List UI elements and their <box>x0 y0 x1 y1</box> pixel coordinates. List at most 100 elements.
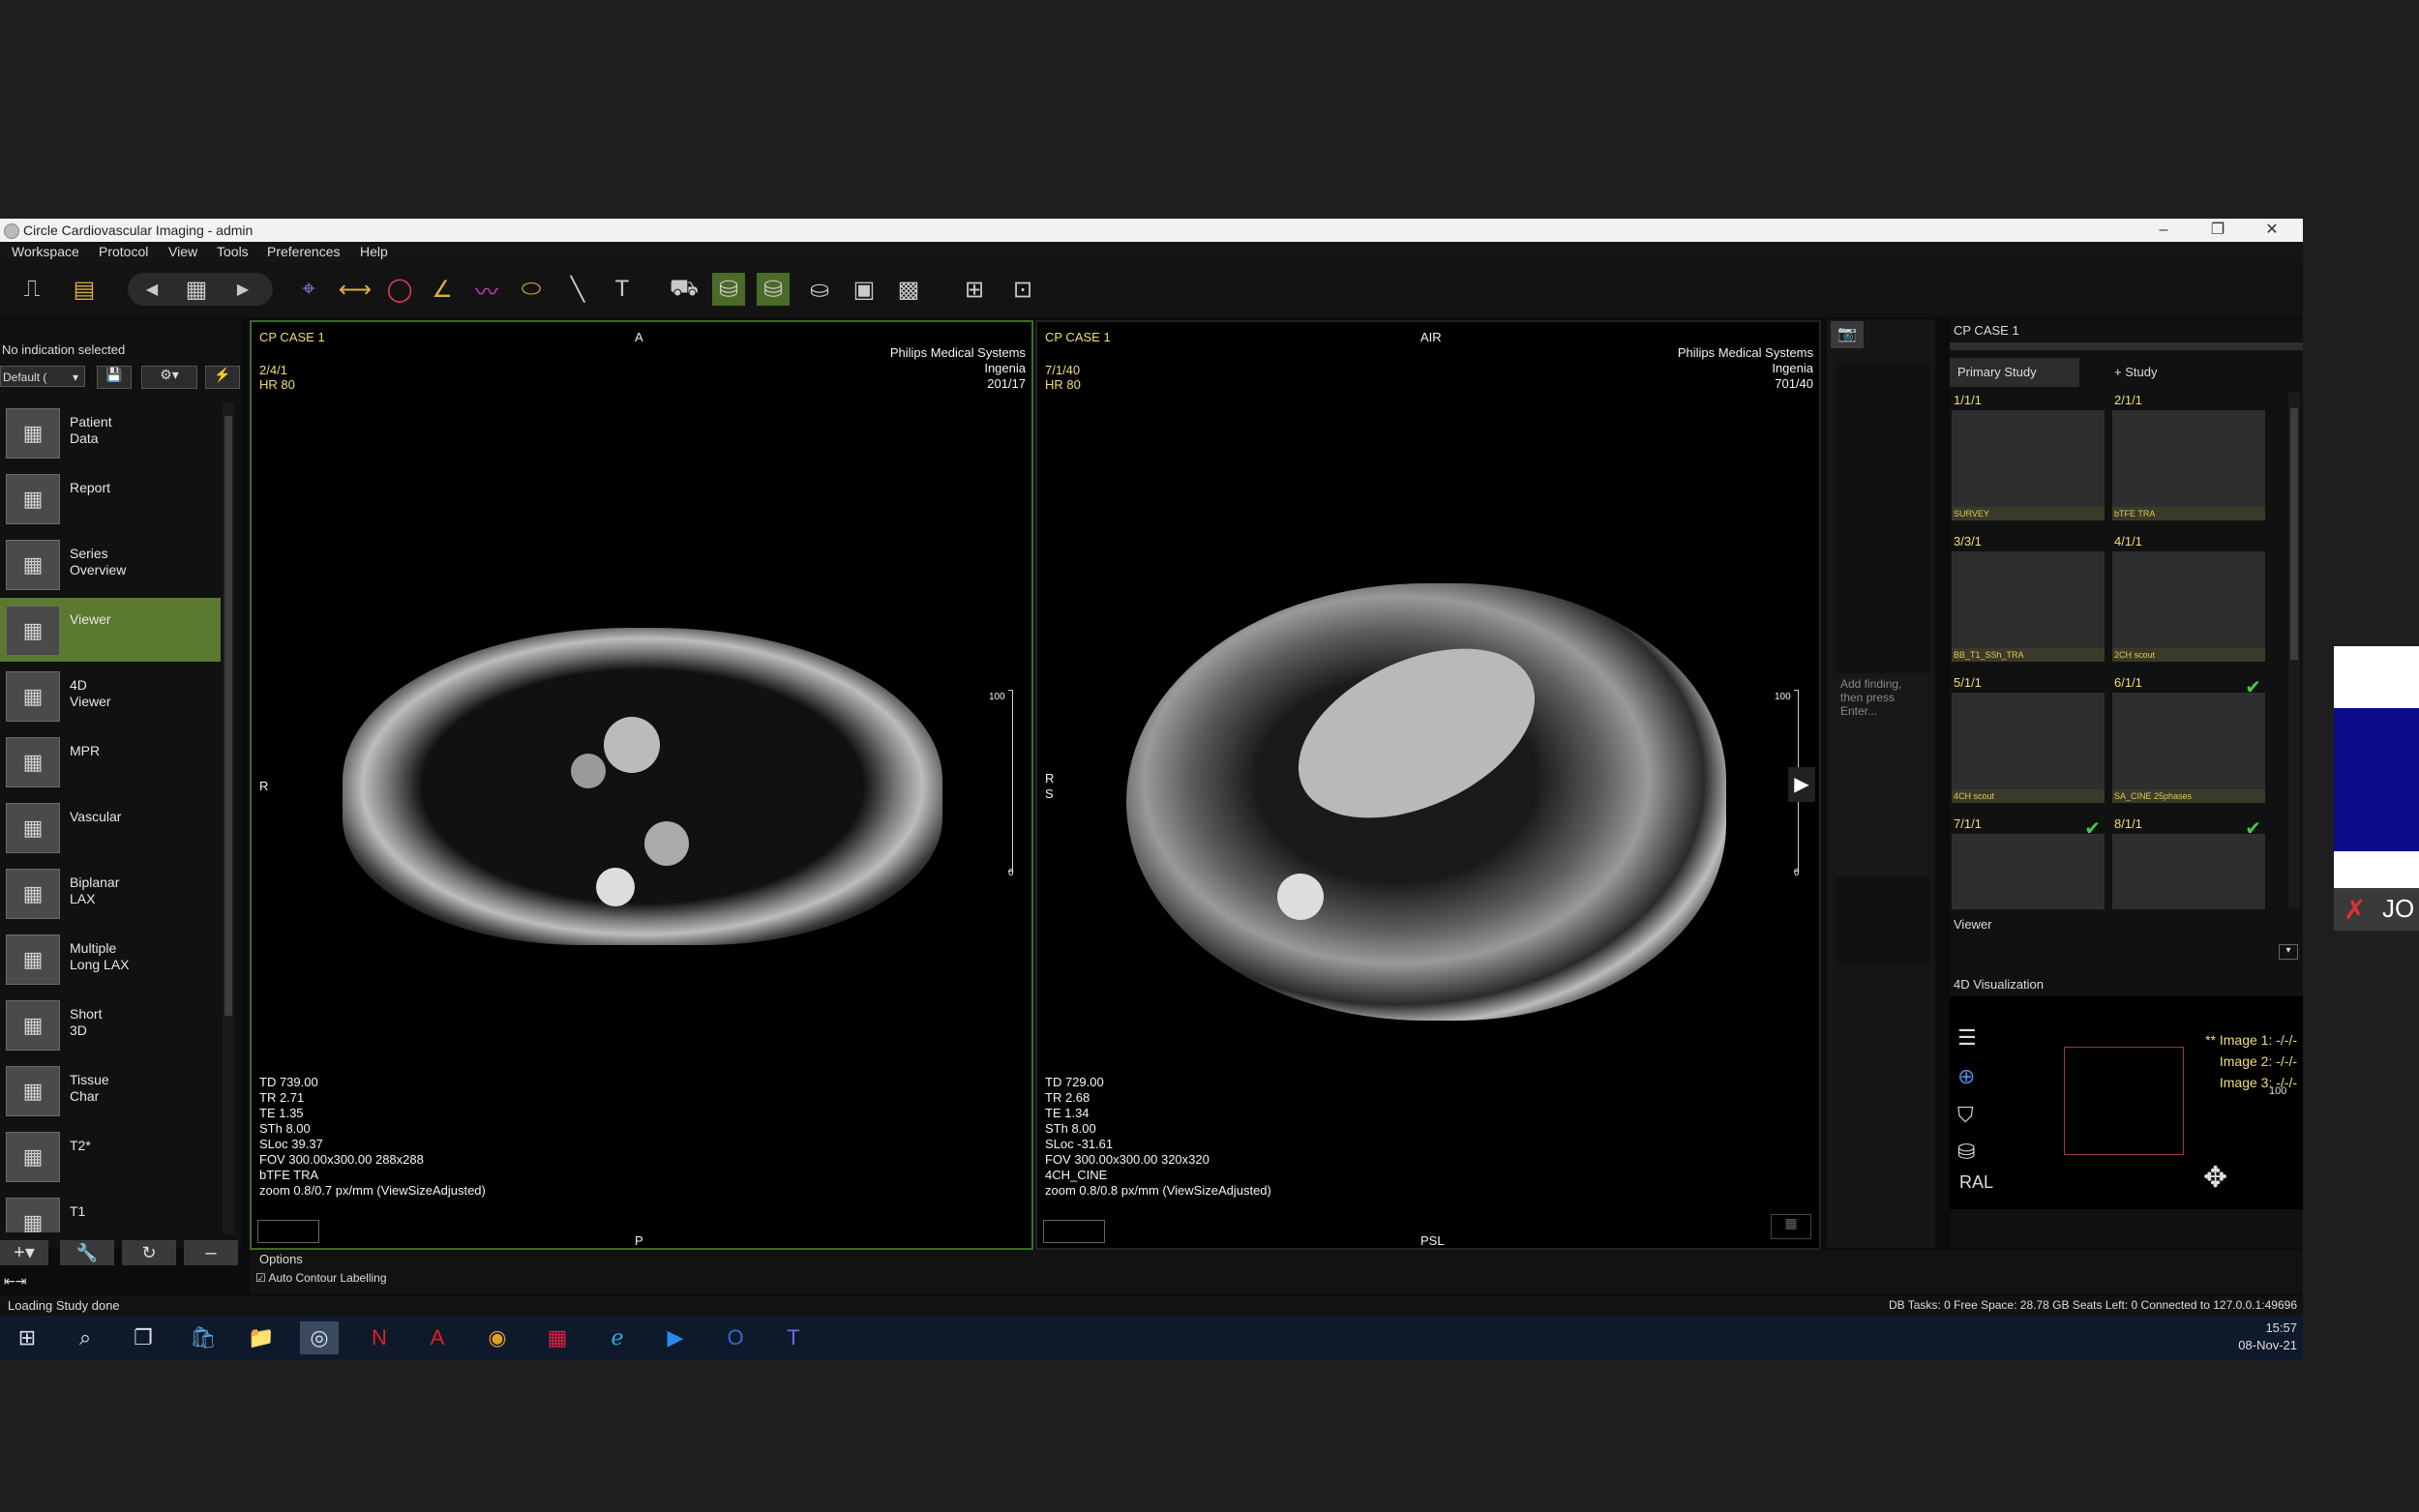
add-finding-input[interactable]: Add finding, then press Enter... <box>1837 673 1929 876</box>
freehand-tool-icon[interactable]: 〰 <box>470 273 503 306</box>
scrollbar-thumb[interactable] <box>224 416 232 1016</box>
previous-series-icon[interactable]: ◀ <box>135 273 168 306</box>
netflix-icon[interactable]: N <box>360 1321 399 1354</box>
preset-dropdown[interactable]: Default (▾ <box>0 366 85 387</box>
next-series-icon[interactable]: ▶ <box>226 273 259 306</box>
scanner-icon[interactable]: ⛟ <box>668 273 701 306</box>
line-tool-icon[interactable]: ╲ <box>561 273 594 306</box>
series-grid-icon[interactable]: ▦ <box>180 273 213 306</box>
remove-button[interactable]: – <box>184 1240 238 1265</box>
layers-icon[interactable]: ⛀ <box>803 273 836 306</box>
viewport-input-box[interactable] <box>1043 1220 1105 1243</box>
settings-button[interactable]: ⚙▾ <box>141 366 197 389</box>
new-tool-icon[interactable]: ⎍ <box>15 273 48 306</box>
cup-icon[interactable]: ⛉ <box>1957 1103 1974 1128</box>
ellipse-tool-icon[interactable]: ⬭ <box>515 273 548 306</box>
cylinder-icon[interactable]: ⛁ <box>1957 1140 1975 1165</box>
thumbnail-caption: bTFE TRA <box>2112 507 2265 520</box>
menu-view[interactable]: View <box>168 244 197 259</box>
series-thumbnail[interactable]: 5/1/1 4CH scout <box>1952 675 2105 803</box>
layout-grid-icon[interactable]: ⊞ <box>958 273 991 306</box>
scrollbar-thumb[interactable] <box>2290 408 2298 660</box>
panel-toggle-icon[interactable]: ⇤⇥ <box>4 1273 26 1290</box>
sidebar-item-t1[interactable]: ▦ T1 <box>0 1190 221 1232</box>
series-thumbnail[interactable]: 7/1/1 ✔ <box>1952 816 2105 909</box>
export-icon[interactable]: ⊡ <box>1006 273 1039 306</box>
start-menu-icon[interactable]: ⊞ <box>8 1321 46 1354</box>
circle-roi-icon[interactable]: ◯ <box>383 273 416 306</box>
image-compare-icon[interactable]: ▩ <box>892 273 925 306</box>
minimize-button[interactable]: – <box>2142 219 2185 242</box>
series-thumbnail[interactable]: 8/1/1 ✔ <box>2112 816 2265 909</box>
sidebar-item-multiple-long-lax[interactable]: ▦ Multiple Long LAX <box>0 927 221 991</box>
mr-scan-2-icon[interactable]: ⛁ <box>757 273 790 306</box>
move-icon[interactable]: ✥ <box>2203 1161 2227 1195</box>
acrobat-icon[interactable]: A <box>418 1321 457 1354</box>
menu-workspace[interactable]: Workspace <box>12 244 79 259</box>
sidebar-item-t2star[interactable]: ▦ T2* <box>0 1124 221 1188</box>
filter-icon[interactable]: ☰ <box>1957 1025 1977 1051</box>
select-tool-icon[interactable]: ⌖ <box>292 273 325 306</box>
thumbnail-number: 1/1/1 <box>1954 393 1982 407</box>
edge-icon[interactable]: ℯ <box>598 1321 637 1354</box>
viewport-left[interactable]: CP CASE 1 2/4/1 HR 80 A P R Philips Medi… <box>250 320 1033 1250</box>
sidebar-item-mpr[interactable]: ▦ MPR <box>0 729 221 793</box>
sidebar-item-report[interactable]: ▦ Report <box>0 466 221 530</box>
close-button[interactable]: ✕ <box>2251 219 2293 242</box>
wrench-button[interactable]: 🔧 <box>60 1240 114 1265</box>
menu-preferences[interactable]: Preferences <box>267 244 340 259</box>
store-icon[interactable]: 🛍 <box>184 1321 223 1354</box>
series-thumbnail[interactable]: 4/1/1 2CH scout <box>2112 534 2265 662</box>
sidebar-item-viewer[interactable]: ▦ Viewer <box>0 598 221 662</box>
menu-protocol[interactable]: Protocol <box>99 244 148 259</box>
open-study-icon[interactable]: ▤ <box>68 273 101 306</box>
sidebar-item-patient-data[interactable]: ▦ Patient Data <box>0 400 221 464</box>
text-tool-icon[interactable]: T <box>606 273 639 306</box>
globe-icon[interactable]: ⊕ <box>1957 1064 1975 1089</box>
file-explorer-icon[interactable]: 📁 <box>242 1321 281 1354</box>
4d-visualization[interactable]: ☰ ⊕ ⛉ ⛁ RAL ** Image 1: -/-/- Image 2: -… <box>1950 996 2303 1209</box>
viewport-input-box[interactable] <box>257 1220 319 1243</box>
series-thumbnail[interactable]: 1/1/1 SURVEY <box>1952 393 2105 520</box>
task-view-icon[interactable]: ❐ <box>124 1321 163 1354</box>
thumbnails-scrollbar[interactable] <box>2288 393 2300 907</box>
series-thumbnail[interactable]: 6/1/1 ✔ SA_CINE 25phases <box>2112 675 2265 803</box>
teams-icon[interactable]: T <box>774 1321 813 1354</box>
vascular-icon: ▦ <box>6 803 60 853</box>
refresh-button[interactable]: ↻ <box>122 1240 176 1265</box>
auto-contour-checkbox[interactable]: ☑ Auto Contour Labelling <box>255 1271 387 1285</box>
restore-button[interactable]: ❐ <box>2196 219 2239 242</box>
search-icon[interactable]: ⌕ <box>66 1321 105 1354</box>
viewport-right[interactable]: CP CASE 1 7/1/40 HR 80 AIR PSL R S Phili… <box>1035 320 1821 1250</box>
add-button[interactable]: +▾ <box>0 1240 48 1265</box>
sidebar-item-4d-viewer[interactable]: ▦ 4D Viewer <box>0 664 221 727</box>
ruler-tool-icon[interactable]: ⟷ <box>339 273 372 306</box>
lightning-button[interactable]: ⚡ <box>205 366 240 389</box>
zoom-icon[interactable]: ▶ <box>656 1321 695 1354</box>
chrome-icon[interactable]: ◉ <box>478 1321 517 1354</box>
tab-primary-study[interactable]: Primary Study <box>1950 358 2079 387</box>
sidebar-item-biplanar-lax[interactable]: ▦ Biplanar LAX <box>0 861 221 925</box>
play-cine-button[interactable]: ▶ <box>1788 767 1815 802</box>
series-thumbnail[interactable]: 3/3/1 BB_T1_SSh_TRA <box>1952 534 2105 662</box>
series-thumbnail[interactable]: 2/1/1 bTFE TRA <box>2112 393 2265 520</box>
tab-add-study[interactable]: + Study <box>2114 358 2192 387</box>
screenshot-icon[interactable]: 📷 <box>1831 321 1864 348</box>
sidebar-item-series-overview[interactable]: ▦ Series Overview <box>0 532 221 596</box>
sidebar-scrollbar[interactable] <box>223 402 234 1234</box>
app-icon[interactable]: ▦ <box>538 1321 577 1354</box>
circle-cvi-app-icon[interactable]: ◎ <box>300 1321 339 1354</box>
sidebar-item-tissue-char[interactable]: ▦ Tissue Char <box>0 1058 221 1122</box>
save-preset-button[interactable]: 💾 <box>97 366 132 389</box>
sidebar-item-short-3d[interactable]: ▦ Short 3D <box>0 993 221 1056</box>
angle-tool-icon[interactable]: ∠ <box>426 273 459 306</box>
outlook-icon[interactable]: O <box>716 1321 755 1354</box>
menu-tools[interactable]: Tools <box>217 244 249 259</box>
mic-muted-icon[interactable]: ✗ <box>2344 894 2366 926</box>
film-strip-icon[interactable]: ▦ <box>1771 1214 1811 1239</box>
mr-scan-icon[interactable]: ⛁ <box>712 273 745 306</box>
sidebar-item-vascular[interactable]: ▦ Vascular <box>0 795 221 859</box>
menu-help[interactable]: Help <box>360 244 388 259</box>
image-adjust-icon[interactable]: ▣ <box>848 273 881 306</box>
viewer-dropdown[interactable]: ▾ <box>2279 944 2298 960</box>
